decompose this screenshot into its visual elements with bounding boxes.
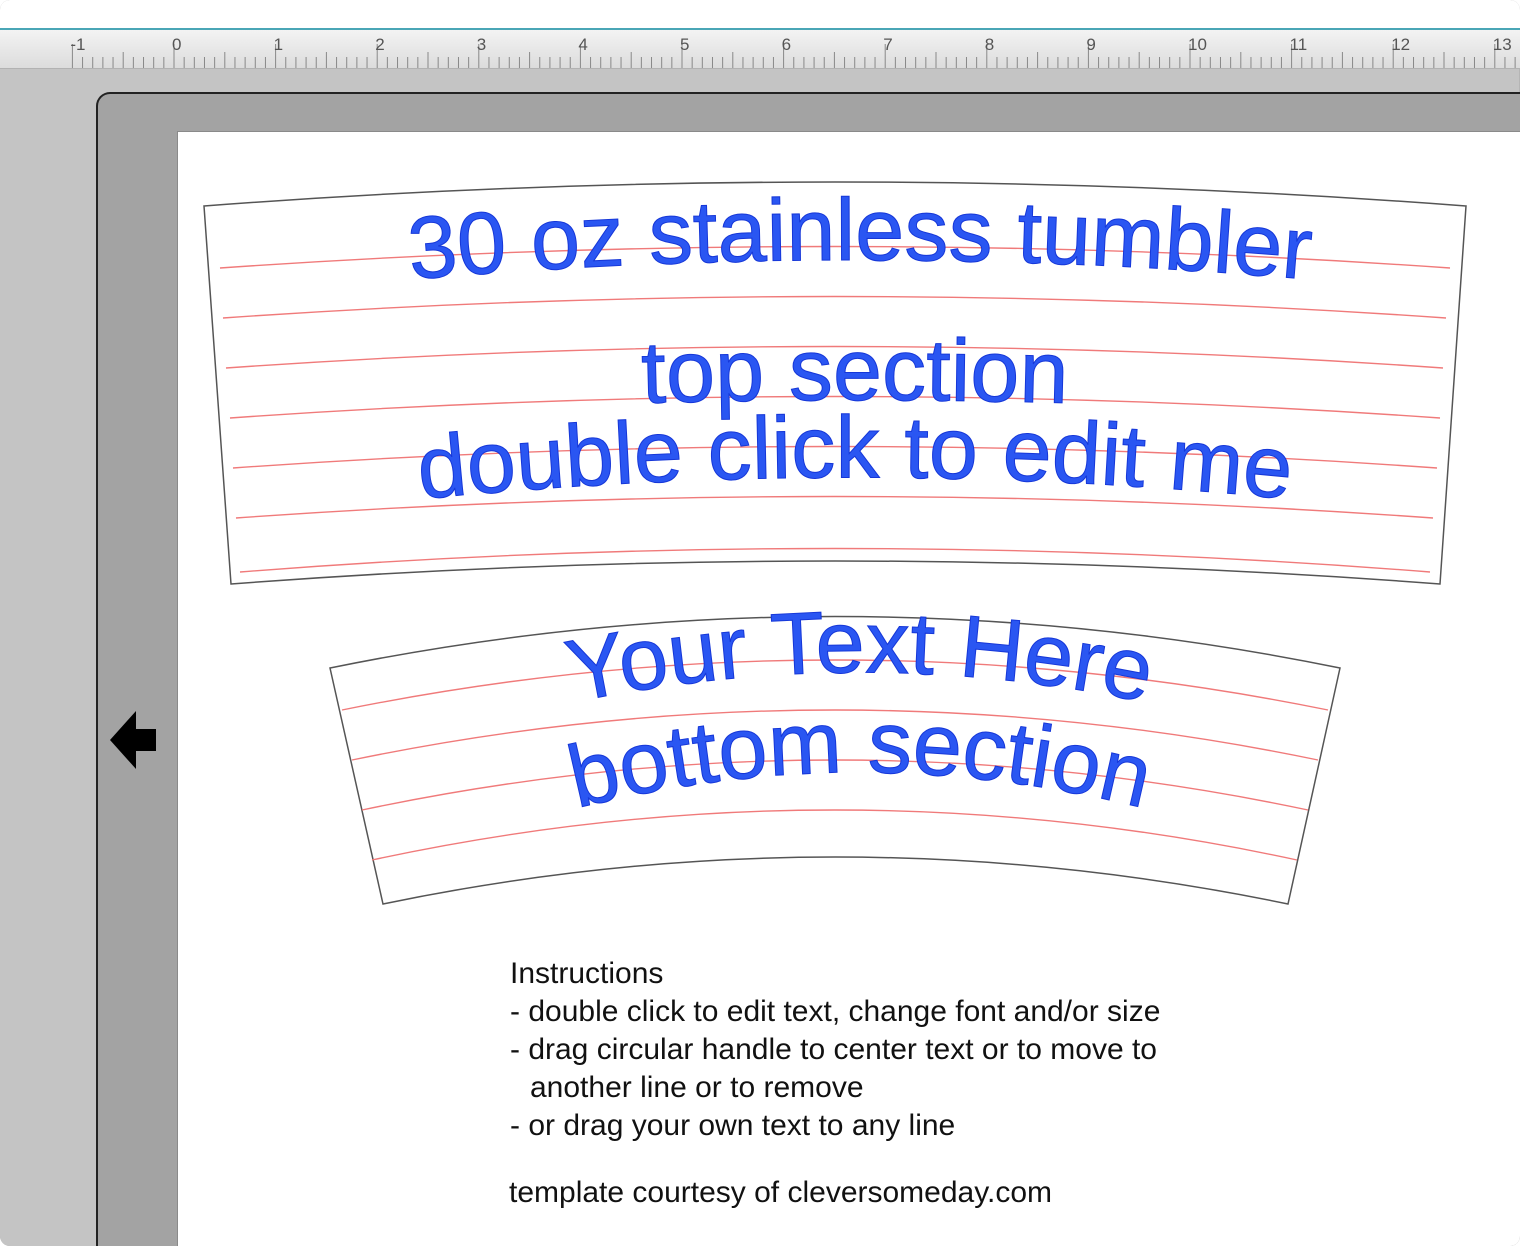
instructions-block: Instructions - double click to edit text…: [510, 955, 1330, 1145]
template-credit: template courtesy of cleversomeday.com: [509, 1176, 1053, 1209]
instruction-item: - drag circular handle to center text or…: [510, 1033, 1157, 1066]
top-text-line-1[interactable]: 30 oz stainless tumbler: [403, 179, 1316, 298]
bottom-section-wrap[interactable]: Your Text Here bottom section: [329, 592, 1341, 905]
top-text-line-3[interactable]: double click to edit me: [412, 397, 1297, 518]
instruction-item: - double click to edit text, change font…: [510, 995, 1161, 1028]
app-window: -1 0 1 2 3 4 5 6 7 8 9 10 11 12 13 30 oz…: [0, 0, 1520, 1246]
instructions-heading: Instructions: [510, 957, 664, 990]
instruction-item-continued: another line or to remove: [530, 1071, 864, 1104]
instruction-item: - or drag your own text to any line: [510, 1109, 956, 1142]
bottom-text-line-2[interactable]: bottom section: [558, 692, 1161, 827]
top-section-wrap[interactable]: 30 oz stainless tumbler top section doub…: [203, 179, 1467, 585]
